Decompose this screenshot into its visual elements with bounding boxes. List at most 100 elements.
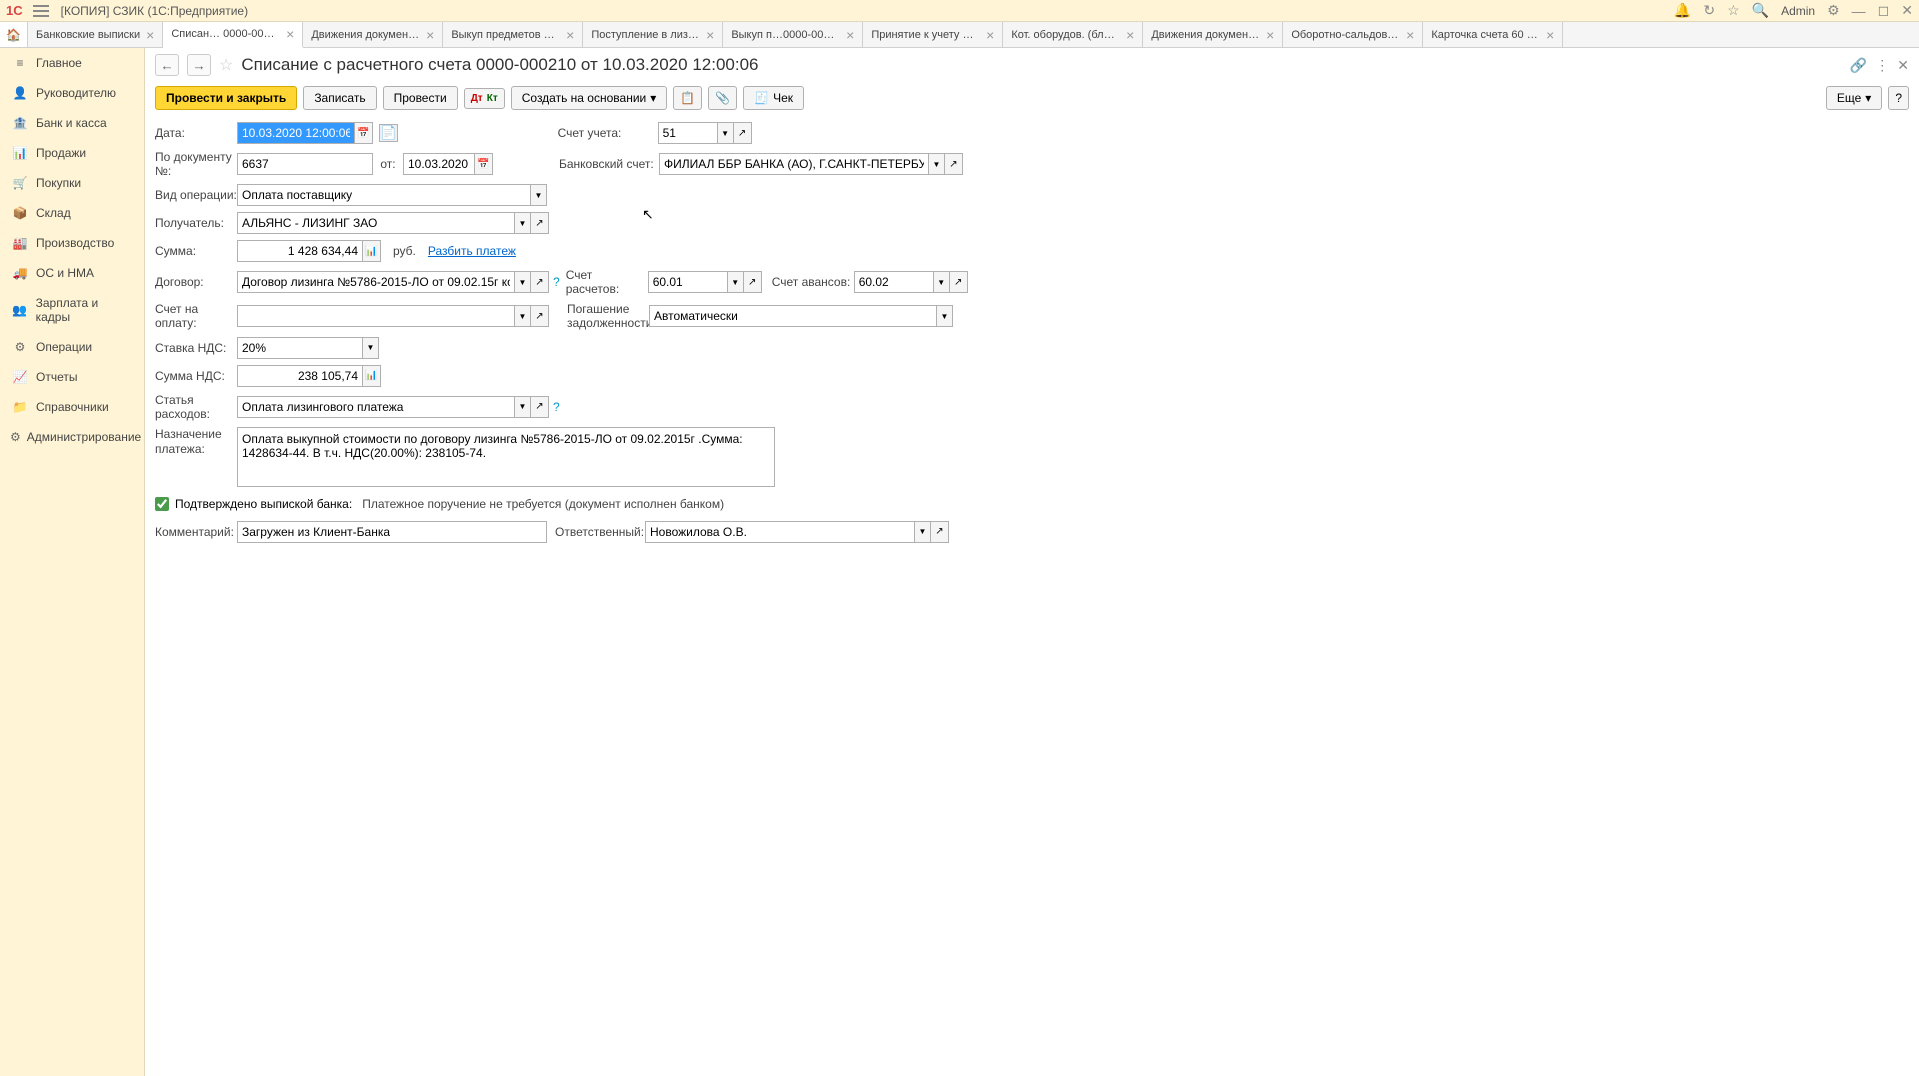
- help-icon[interactable]: ?: [553, 275, 560, 289]
- tab-acceptance[interactable]: Принятие к учету О…×: [863, 22, 1003, 47]
- calendar-icon[interactable]: 📅: [475, 153, 493, 175]
- close-icon[interactable]: ×: [426, 27, 434, 43]
- tab-equipment[interactable]: Кот. оборудов. (блок…×: [1003, 22, 1143, 47]
- search-icon[interactable]: 🔍: [1752, 2, 1769, 19]
- tab-account-card[interactable]: Карточка счета 60 з…×: [1423, 22, 1563, 47]
- purpose-textarea[interactable]: [237, 427, 775, 487]
- responsible-input[interactable]: [645, 521, 915, 543]
- dropdown-icon[interactable]: ▼: [515, 271, 531, 293]
- sidebar-item-hr[interactable]: 👥Зарплата и кадры: [0, 288, 144, 332]
- sidebar-item-manager[interactable]: 👤Руководителю: [0, 78, 144, 108]
- help-icon[interactable]: ?: [553, 400, 560, 414]
- tab-balance[interactable]: Оборотно-сальдова…×: [1283, 22, 1423, 47]
- help-button[interactable]: ?: [1888, 86, 1909, 110]
- calculator-icon[interactable]: 📊: [363, 365, 381, 387]
- close-icon[interactable]: ×: [986, 27, 994, 43]
- close-icon[interactable]: ✕: [1897, 57, 1909, 74]
- close-icon[interactable]: ×: [1126, 27, 1134, 43]
- post-button[interactable]: Провести: [383, 86, 458, 110]
- dt-kt-button[interactable]: ДтКт: [464, 88, 505, 109]
- date-input[interactable]: [237, 122, 355, 144]
- tab-buyout-2[interactable]: Выкуп п…0000-000001×: [723, 22, 863, 47]
- sidebar-item-production[interactable]: 🏭Производство: [0, 228, 144, 258]
- close-icon[interactable]: ×: [286, 26, 294, 42]
- sidebar-item-main[interactable]: ≡Главное: [0, 48, 144, 78]
- template-button[interactable]: 📋: [673, 86, 702, 110]
- comment-input[interactable]: [237, 521, 547, 543]
- bank-input[interactable]: [659, 153, 929, 175]
- open-icon[interactable]: ↗: [531, 271, 549, 293]
- optype-input[interactable]: [237, 184, 531, 206]
- more-vertical-icon[interactable]: ⋮: [1875, 57, 1889, 74]
- open-icon[interactable]: ↗: [950, 271, 968, 293]
- sidebar-item-purchases[interactable]: 🛒Покупки: [0, 168, 144, 198]
- sidebar-item-sales[interactable]: 📊Продажи: [0, 138, 144, 168]
- amount-input[interactable]: [237, 240, 363, 262]
- dropdown-icon[interactable]: ▼: [363, 337, 379, 359]
- write-button[interactable]: Записать: [303, 86, 376, 110]
- close-icon[interactable]: ×: [1266, 27, 1274, 43]
- sidebar-item-reports[interactable]: 📈Отчеты: [0, 362, 144, 392]
- dropdown-icon[interactable]: ▼: [515, 396, 531, 418]
- tab-movements-1[interactable]: Движения документ…×: [303, 22, 443, 47]
- tab-writeoff[interactable]: Списан… 0000-000210×: [163, 22, 303, 48]
- close-icon[interactable]: ×: [1406, 27, 1414, 43]
- more-button[interactable]: Еще ▾: [1826, 86, 1882, 110]
- dropdown-icon[interactable]: ▼: [718, 122, 734, 144]
- dropdown-icon[interactable]: ▼: [515, 305, 531, 327]
- docdate-input[interactable]: [403, 153, 475, 175]
- sidebar-item-bank[interactable]: 🏦Банк и касса: [0, 108, 144, 138]
- open-icon[interactable]: ↗: [734, 122, 752, 144]
- account-input[interactable]: [658, 122, 718, 144]
- advance-acc-input[interactable]: [854, 271, 934, 293]
- dropdown-icon[interactable]: ▼: [531, 184, 547, 206]
- open-icon[interactable]: ↗: [531, 212, 549, 234]
- expense-input[interactable]: [237, 396, 515, 418]
- back-button[interactable]: ←: [155, 54, 179, 76]
- debt-repay-input[interactable]: [649, 305, 937, 327]
- dropdown-icon[interactable]: ▼: [937, 305, 953, 327]
- dropdown-icon[interactable]: ▼: [515, 212, 531, 234]
- minimize-icon[interactable]: —: [1852, 3, 1866, 19]
- dropdown-icon[interactable]: ▼: [934, 271, 950, 293]
- hamburger-icon[interactable]: [33, 5, 49, 17]
- maximize-icon[interactable]: ◻: [1878, 2, 1890, 19]
- close-icon[interactable]: ×: [146, 27, 154, 43]
- favorite-icon[interactable]: ☆: [219, 55, 233, 75]
- vat-rate-input[interactable]: [237, 337, 363, 359]
- close-icon[interactable]: ×: [1546, 27, 1554, 43]
- sidebar-item-admin[interactable]: ⚙Администрирование: [0, 422, 144, 452]
- open-icon[interactable]: ↗: [931, 521, 949, 543]
- sidebar-item-assets[interactable]: 🚚ОС и НМА: [0, 258, 144, 288]
- create-based-button[interactable]: Создать на основании ▾: [511, 86, 668, 110]
- user-label[interactable]: Admin: [1781, 4, 1815, 18]
- forward-button[interactable]: →: [187, 54, 211, 76]
- sidebar-item-stock[interactable]: 📦Склад: [0, 198, 144, 228]
- tab-leasing-receipt[interactable]: Поступление в лизинг×: [583, 22, 723, 47]
- recipient-input[interactable]: [237, 212, 515, 234]
- sidebar-item-operations[interactable]: ⚙Операции: [0, 332, 144, 362]
- post-close-button[interactable]: Провести и закрыть: [155, 86, 297, 110]
- sidebar-item-directories[interactable]: 📁Справочники: [0, 392, 144, 422]
- docnum-input[interactable]: [237, 153, 373, 175]
- dropdown-icon[interactable]: ▼: [929, 153, 945, 175]
- contract-input[interactable]: [237, 271, 515, 293]
- tab-bank-statements[interactable]: Банковские выписки×: [28, 22, 163, 47]
- home-tab[interactable]: 🏠: [0, 22, 28, 47]
- star-icon[interactable]: ☆: [1727, 2, 1740, 19]
- settings-icon[interactable]: ⚙: [1827, 2, 1840, 19]
- vat-amount-input[interactable]: [237, 365, 363, 387]
- attach-button[interactable]: 📎: [708, 86, 737, 110]
- open-icon[interactable]: ↗: [531, 305, 549, 327]
- open-icon[interactable]: ↗: [744, 271, 762, 293]
- close-icon[interactable]: ✕: [1901, 2, 1913, 19]
- calendar-icon[interactable]: 📅: [355, 122, 373, 144]
- close-icon[interactable]: ×: [566, 27, 574, 43]
- history-icon[interactable]: ↻: [1703, 2, 1715, 19]
- dropdown-icon[interactable]: ▼: [728, 271, 744, 293]
- invoice-input[interactable]: [237, 305, 515, 327]
- close-icon[interactable]: ×: [706, 27, 714, 43]
- open-icon[interactable]: ↗: [531, 396, 549, 418]
- settle-acc-input[interactable]: [648, 271, 728, 293]
- close-icon[interactable]: ×: [846, 27, 854, 43]
